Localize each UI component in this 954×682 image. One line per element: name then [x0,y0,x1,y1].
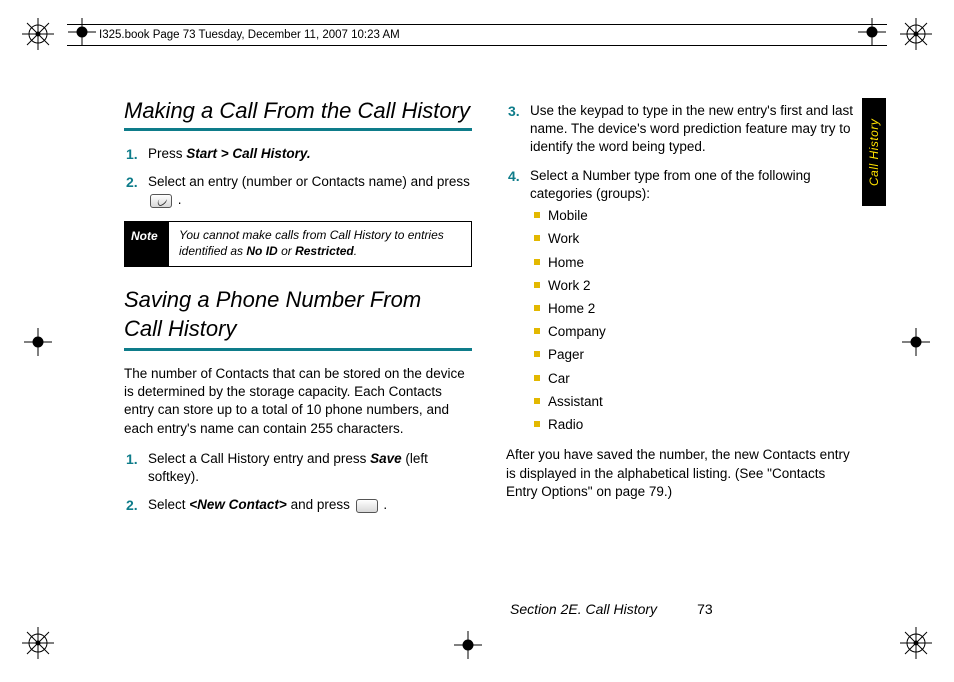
step-2: Select an entry (number or Contacts name… [124,173,472,209]
list-item: Car [530,370,854,388]
list-item: Assistant [530,393,854,411]
crop-cross-icon [902,328,930,361]
registration-star-icon [900,18,932,55]
ok-key-icon [356,499,378,513]
list-item: Pager [530,346,854,364]
list-item: Mobile [530,207,854,225]
list-item: Work [530,230,854,248]
registration-star-icon [900,627,932,664]
heading-saving-b: Call History [124,314,472,344]
saving-steps-cont: Use the keypad to type in the new entry'… [506,102,854,434]
footer-page-number: 73 [697,601,713,617]
heading-rule [124,348,472,351]
side-tab: Call History [862,98,886,206]
intro-paragraph: The number of Contacts that can be store… [124,365,472,438]
registration-star-icon [22,627,54,664]
saving-steps: Select a Call History entry and press Sa… [124,450,472,515]
step-1: Press Start > Call History. [124,145,472,163]
doc-header: I325.book Page 73 Tuesday, December 11, … [67,24,887,46]
list-item: Work 2 [530,277,854,295]
heading-saving-a: Saving a Phone Number From [124,285,472,315]
save-step-2: Select <New Contact> and press . [124,496,472,514]
call-key-icon [150,194,172,208]
making-call-steps: Press Start > Call History. Select an en… [124,145,472,210]
crop-cross-icon [24,328,52,361]
note-box: Note You cannot make calls from Call His… [124,221,472,266]
save-step-3: Use the keypad to type in the new entry'… [506,102,854,157]
page-content: Making a Call From the Call History Pres… [124,96,854,526]
footer-section: Section 2E. Call History [510,601,657,617]
registration-star-icon [22,18,54,55]
doc-header-text: I325.book Page 73 Tuesday, December 11, … [99,29,400,41]
outro-paragraph: After you have saved the number, the new… [506,446,854,501]
page-footer: Section 2E. Call History 73 [510,601,713,617]
save-step-1: Select a Call History entry and press Sa… [124,450,472,486]
right-column: Use the keypad to type in the new entry'… [506,96,854,526]
note-label: Note [125,222,169,265]
crop-cross-icon [454,631,482,664]
heading-making-call: Making a Call From the Call History [124,96,472,126]
number-type-list: Mobile Work Home Work 2 Home 2 Company P… [530,207,854,434]
list-item: Home 2 [530,300,854,318]
list-item: Company [530,323,854,341]
side-tab-label: Call History [867,118,881,185]
list-item: Radio [530,416,854,434]
list-item: Home [530,254,854,272]
note-body: You cannot make calls from Call History … [169,222,471,265]
left-column: Making a Call From the Call History Pres… [124,96,472,526]
save-step-4: Select a Number type from one of the fol… [506,167,854,435]
heading-rule [124,128,472,131]
